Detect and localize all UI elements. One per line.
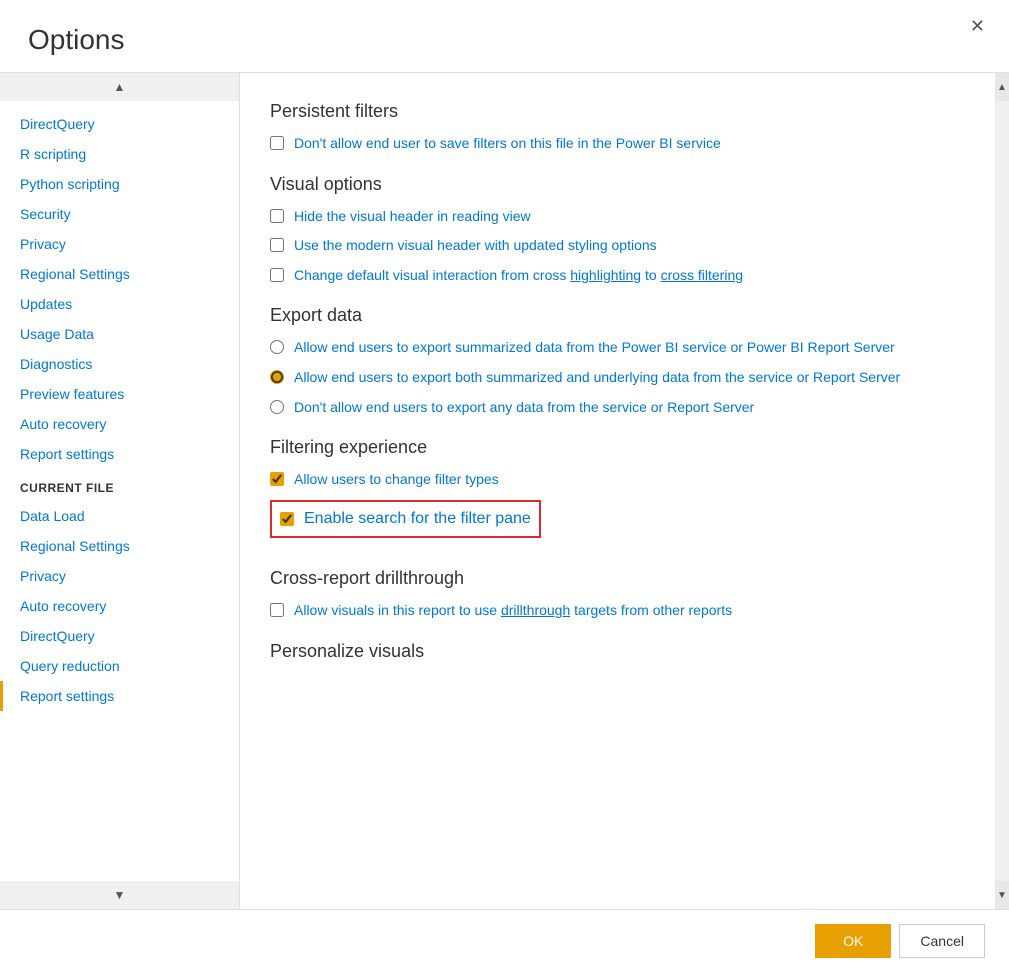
checkbox-persistent-filters-0[interactable] (270, 136, 284, 150)
option-text-cross-report-0: Allow visuals in this report to use dril… (294, 601, 732, 621)
sidebar-cf-item-data-load[interactable]: Data Load (0, 501, 239, 531)
checkbox-visual-options-1[interactable] (270, 238, 284, 252)
sidebar-cf-item-directquery[interactable]: DirectQuery (0, 621, 239, 651)
options-dialog: Options ✕ ▲ DirectQueryR scriptingPython… (0, 0, 1009, 972)
sidebar-item-r-scripting[interactable]: R scripting (0, 139, 239, 169)
sidebar-cf-item-auto-recovery[interactable]: Auto recovery (0, 591, 239, 621)
sidebar-item-preview-features[interactable]: Preview features (0, 379, 239, 409)
option-row-export-data-1: Allow end users to export both summarize… (270, 368, 965, 388)
option-row-visual-options-0: Hide the visual header in reading view (270, 207, 965, 227)
scrollbar-track: ▲ ▼ (995, 73, 1009, 909)
option-row-persistent-filters-0: Don't allow end user to save filters on … (270, 134, 965, 154)
sidebar-global-section: DirectQueryR scriptingPython scriptingSe… (0, 109, 239, 469)
dialog-footer: OK Cancel (0, 909, 1009, 972)
ok-button[interactable]: OK (815, 924, 891, 958)
dialog-body: ▲ DirectQueryR scriptingPython scripting… (0, 72, 1009, 909)
sidebar-cf-item-query-reduction[interactable]: Query reduction (0, 651, 239, 681)
highlighted-option-filtering-experience-1: Enable search for the filter pane (270, 500, 541, 538)
sidebar-item-auto-recovery[interactable]: Auto recovery (0, 409, 239, 439)
checkbox-visual-options-0[interactable] (270, 209, 284, 223)
main-scroll: Persistent filters Don't allow end user t… (240, 73, 995, 909)
sidebar-cf-item-report-settings[interactable]: Report settings (0, 681, 239, 711)
section-title-export-data: Export data (270, 305, 965, 326)
sidebar-item-security[interactable]: Security (0, 199, 239, 229)
sidebar-item-regional-settings[interactable]: Regional Settings (0, 259, 239, 289)
section-title-personalize-visuals: Personalize visuals (270, 641, 965, 662)
option-text-filtering-experience-1: Enable search for the filter pane (304, 508, 531, 530)
sidebar-scroll: DirectQueryR scriptingPython scriptingSe… (0, 101, 239, 881)
sidebar-current-file-section: Data LoadRegional SettingsPrivacyAuto re… (0, 501, 239, 711)
sidebar-item-diagnostics[interactable]: Diagnostics (0, 349, 239, 379)
section-content-filtering-experience: Allow users to change filter types Enable… (270, 470, 965, 548)
sidebar-scroll-up-button[interactable]: ▲ (0, 73, 239, 101)
dialog-title: Options (0, 0, 1009, 72)
checkbox-visual-options-2[interactable] (270, 268, 284, 282)
option-row-export-data-2: Don't allow end users to export any data… (270, 398, 965, 418)
sidebar-item-report-settings[interactable]: Report settings (0, 439, 239, 469)
main-scroll-down-button[interactable]: ▼ (995, 881, 1009, 909)
checkbox-cross-report-0[interactable] (270, 603, 284, 617)
option-text-export-data-1: Allow end users to export both summarize… (294, 368, 900, 388)
option-text-export-data-0: Allow end users to export summarized dat… (294, 338, 895, 358)
radio-export-data-2[interactable] (270, 400, 284, 414)
option-text-visual-options-0: Hide the visual header in reading view (294, 207, 531, 227)
section-content-cross-report: Allow visuals in this report to use dril… (270, 601, 965, 621)
option-row-filtering-experience-0: Allow users to change filter types (270, 470, 965, 490)
section-title-persistent-filters: Persistent filters (270, 101, 965, 122)
option-text-persistent-filters-0: Don't allow end user to save filters on … (294, 134, 721, 154)
main-scroll-up-button[interactable]: ▲ (995, 73, 1009, 101)
option-text-visual-options-1: Use the modern visual header with update… (294, 236, 657, 256)
section-content-persistent-filters: Don't allow end user to save filters on … (270, 134, 965, 154)
sidebar: ▲ DirectQueryR scriptingPython scripting… (0, 73, 240, 909)
cancel-button[interactable]: Cancel (899, 924, 985, 958)
sidebar-current-file-header: CURRENT FILE (0, 469, 239, 501)
highlighting-link[interactable]: highlighting (570, 267, 641, 283)
option-row-cross-report-0: Allow visuals in this report to use dril… (270, 601, 965, 621)
option-text-visual-options-2: Change default visual interaction from c… (294, 266, 743, 286)
sidebar-item-updates[interactable]: Updates (0, 289, 239, 319)
scrollbar-thumb-area (995, 101, 1009, 881)
option-text-filtering-experience-0: Allow users to change filter types (294, 470, 499, 490)
section-title-visual-options: Visual options (270, 174, 965, 195)
radio-export-data-1[interactable] (270, 370, 284, 384)
sidebar-scroll-down-button[interactable]: ▼ (0, 881, 239, 909)
sidebar-item-usage-data[interactable]: Usage Data (0, 319, 239, 349)
sidebar-item-python-scripting[interactable]: Python scripting (0, 169, 239, 199)
sidebar-item-privacy[interactable]: Privacy (0, 229, 239, 259)
option-text-export-data-2: Don't allow end users to export any data… (294, 398, 754, 418)
section-content-export-data: Allow end users to export summarized dat… (270, 338, 965, 417)
sidebar-cf-item-privacy[interactable]: Privacy (0, 561, 239, 591)
close-button[interactable]: ✕ (962, 12, 993, 41)
option-row-export-data-0: Allow end users to export summarized dat… (270, 338, 965, 358)
section-title-filtering-experience: Filtering experience (270, 437, 965, 458)
section-title-cross-report: Cross-report drillthrough (270, 568, 965, 589)
option-row-visual-options-1: Use the modern visual header with update… (270, 236, 965, 256)
checkbox-filtering-experience-1[interactable] (280, 512, 294, 526)
sidebar-cf-item-regional-settings[interactable]: Regional Settings (0, 531, 239, 561)
main-content: Persistent filters Don't allow end user t… (240, 73, 995, 909)
drillthrough-link[interactable]: drillthrough (501, 602, 570, 618)
option-row-visual-options-2: Change default visual interaction from c… (270, 266, 965, 286)
sidebar-item-directquery[interactable]: DirectQuery (0, 109, 239, 139)
cross-filtering-link[interactable]: cross filtering (661, 267, 743, 283)
checkbox-filtering-experience-0[interactable] (270, 472, 284, 486)
main-area: Persistent filters Don't allow end user t… (240, 73, 1009, 909)
section-content-visual-options: Hide the visual header in reading view Us… (270, 207, 965, 286)
radio-export-data-0[interactable] (270, 340, 284, 354)
